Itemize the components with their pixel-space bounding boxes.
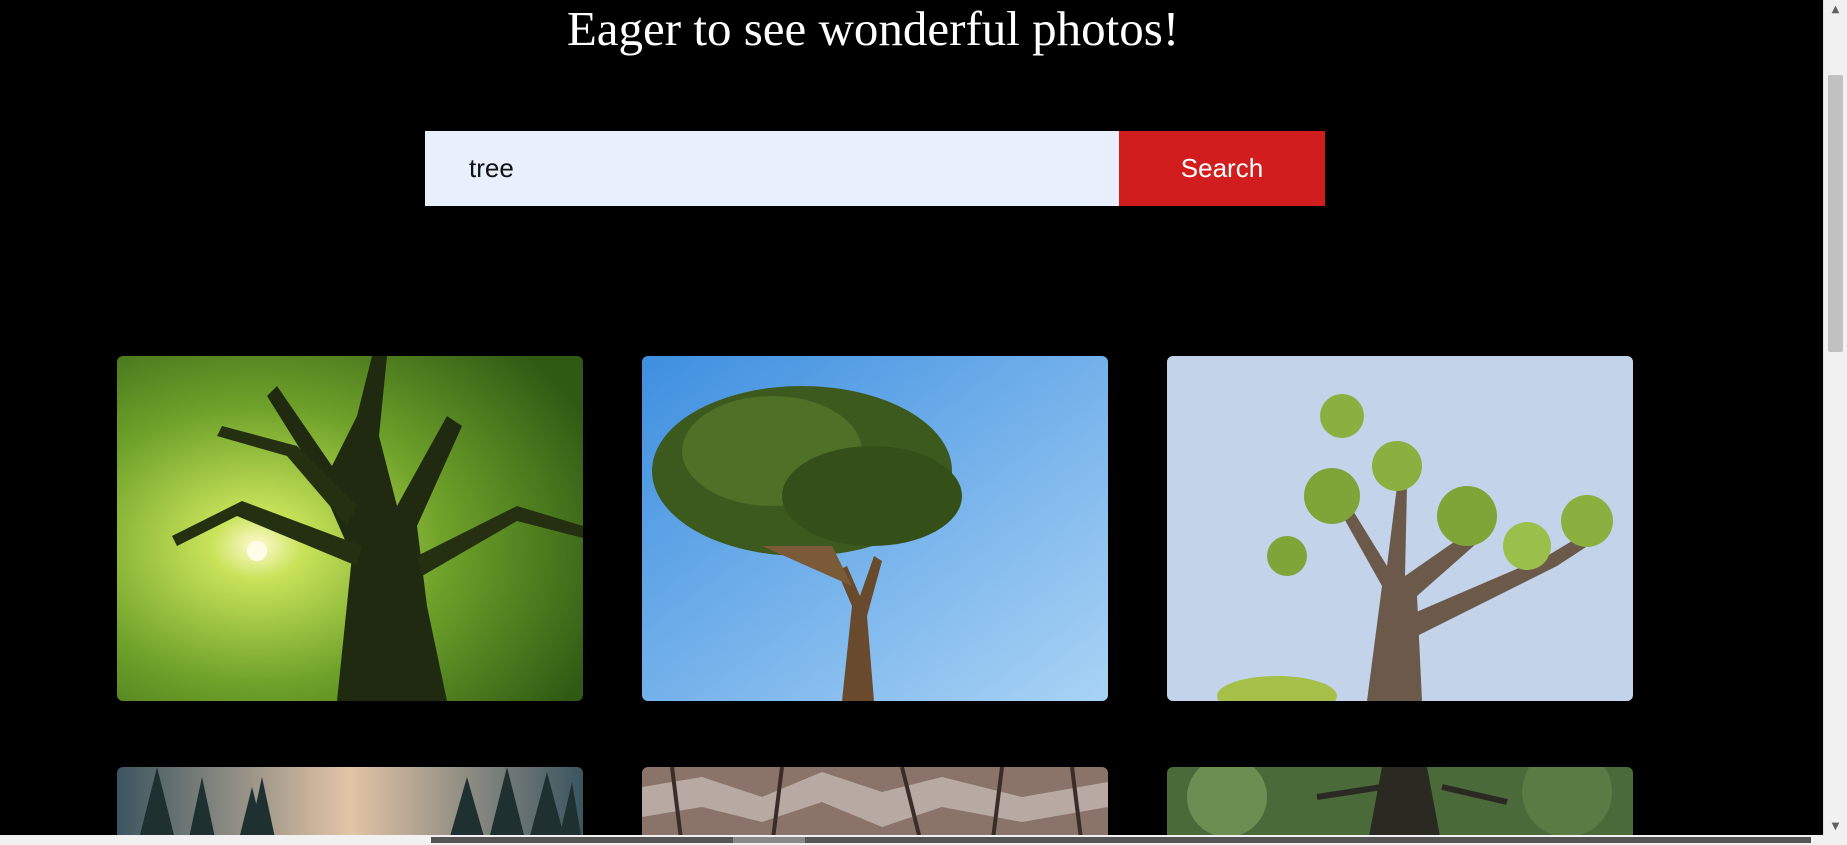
photo-umbrella-pine[interactable] [642, 356, 1108, 701]
photo-green-tree[interactable] [1167, 767, 1633, 835]
photo-pine-forest[interactable] [117, 767, 583, 835]
scroll-down-arrow-icon[interactable]: ▼ [1824, 817, 1847, 835]
page-title: Eager to see wonderful photos! [566, 1, 1180, 56]
horizontal-scrollbar-grip [733, 837, 805, 843]
vertical-scrollbar-thumb[interactable] [1828, 75, 1843, 352]
photo-tree-bark[interactable] [642, 767, 1108, 835]
search-form: Search [425, 131, 1325, 206]
browser-viewport: Eager to see wonderful photos! Search [0, 0, 1847, 845]
photo-old-tree[interactable] [1167, 356, 1633, 701]
page-content: Eager to see wonderful photos! Search [0, 0, 1823, 835]
scroll-up-arrow-icon[interactable]: ▲ [1824, 0, 1847, 18]
search-button[interactable]: Search [1119, 131, 1325, 206]
horizontal-scrollbar[interactable] [0, 835, 1847, 845]
vertical-scrollbar[interactable]: ▲ ▼ [1823, 0, 1847, 835]
photo-tree-canopy[interactable] [117, 356, 583, 701]
horizontal-scrollbar-thumb[interactable] [431, 837, 1811, 843]
search-input[interactable] [425, 131, 1119, 206]
